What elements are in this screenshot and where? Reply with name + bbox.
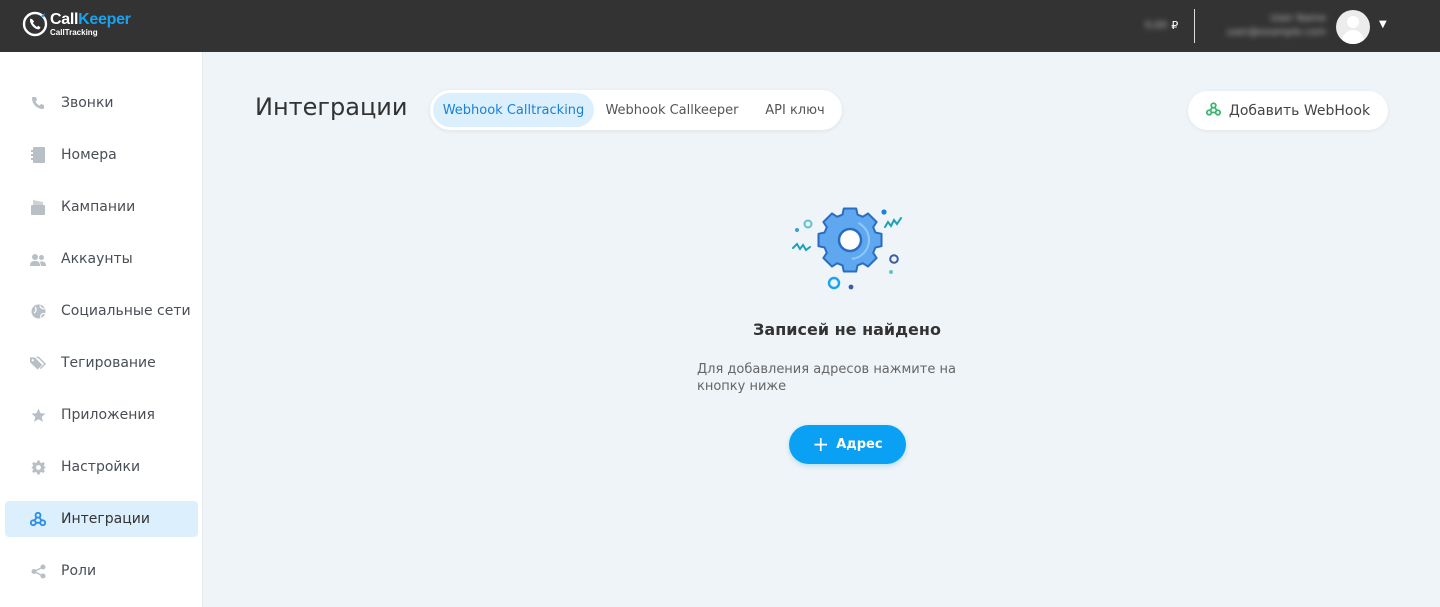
phone-logo-icon [22, 11, 48, 37]
tab-api-key[interactable]: API ключ [752, 93, 838, 127]
sidebar-item-social[interactable]: Социальные сети [5, 293, 198, 329]
webhook-icon [30, 511, 46, 527]
tab-webhook-callkeeper[interactable]: Webhook Callkeeper [598, 93, 746, 127]
logo[interactable]: CallKeeper CallTracking [22, 11, 131, 37]
tags-icon [30, 355, 46, 371]
avatar[interactable] [1336, 10, 1370, 44]
sidebar-item-label: Интеграции [61, 511, 150, 527]
users-icon [30, 251, 46, 267]
gear-settings-illustration [788, 200, 912, 296]
webhook-icon [1205, 101, 1221, 120]
numbers-icon [30, 147, 46, 163]
user-email: user@example.com [1226, 27, 1326, 38]
campaign-icon [30, 199, 46, 215]
sidebar-item-roles[interactable]: Роли [5, 553, 198, 589]
add-address-button[interactable]: + Адрес [789, 425, 906, 464]
currency-symbol: ₽ [1171, 19, 1179, 32]
add-webhook-label: Добавить WebHook [1228, 102, 1371, 119]
gear-icon [30, 459, 46, 475]
user-info[interactable]: User Name user@example.com [1212, 13, 1326, 38]
logo-brand-call: Call [50, 10, 79, 28]
sidebar-item-campaigns[interactable]: Кампании [5, 189, 198, 225]
sidebar-item-label: Приложения [61, 407, 155, 423]
sidebar-item-tagging[interactable]: Тегирование [5, 345, 198, 381]
tabs: Webhook Calltracking Webhook Callkeeper … [430, 90, 842, 130]
logo-subtitle: CallTracking [50, 27, 98, 37]
sidebar-item-numbers[interactable]: Номера [5, 137, 198, 173]
page-title: Интеграции [255, 93, 408, 121]
add-webhook-button[interactable]: Добавить WebHook [1188, 91, 1388, 130]
sidebar-item-integrations[interactable]: Интеграции [5, 501, 198, 537]
share-icon [30, 563, 46, 579]
balance-amount: 0,00 [1145, 20, 1168, 31]
sidebar-item-apps[interactable]: Приложения [5, 397, 198, 433]
sidebar-item-label: Звонки [61, 95, 114, 111]
sidebar-item-settings[interactable]: Настройки [5, 449, 198, 485]
empty-state-description: Для добавления адресов нажмите на кнопку… [697, 362, 956, 394]
sidebar-item-label: Социальные сети [61, 303, 191, 319]
sidebar-item-accounts[interactable]: Аккаунты [5, 241, 198, 277]
logo-brand-keeper: Keeper [78, 10, 131, 28]
sidebar: Звонки Номера Кампании Аккаунты Социальн… [0, 52, 203, 607]
sidebar-item-label: Кампании [61, 199, 136, 215]
plus-icon: + [812, 431, 830, 456]
sidebar-item-label: Настройки [61, 459, 141, 475]
sidebar-item-label: Тегирование [61, 355, 156, 371]
sidebar-item-calls[interactable]: Звонки [5, 85, 198, 121]
globe-icon [30, 303, 46, 319]
sidebar-item-label: Роли [61, 563, 97, 579]
user-name: User Name [1270, 13, 1326, 24]
phone-icon [30, 95, 46, 111]
star-icon [30, 407, 46, 423]
header-divider [1194, 9, 1195, 43]
sidebar-item-label: Аккаунты [61, 251, 133, 267]
empty-state-title: Записей не найдено [753, 320, 941, 339]
balance[interactable]: 0,00 ₽ [1145, 19, 1178, 32]
chevron-down-icon[interactable]: ▼ [1379, 19, 1387, 30]
sidebar-item-label: Номера [61, 147, 117, 163]
tab-webhook-calltracking[interactable]: Webhook Calltracking [433, 93, 594, 127]
top-header: CallKeeper CallTracking 0,00 ₽ User Name… [0, 0, 1440, 52]
add-address-label: Адрес [836, 437, 883, 452]
